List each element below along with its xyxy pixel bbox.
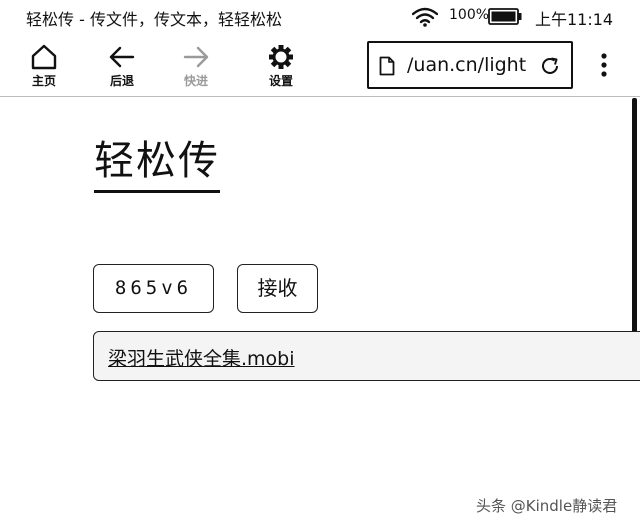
web-page: 轻松传 865v6 接收 梁羽生武侠全集.mobi 头条 @Kindle静读君 — [0, 98, 640, 530]
back-label: 后退 — [109, 74, 134, 88]
receive-code-input[interactable]: 865v6 — [93, 264, 214, 313]
scrollbar[interactable] — [632, 98, 637, 354]
settings-label: 设置 — [268, 74, 293, 88]
browser-toolbar: 主页 后退 快进 设置 uan.cn/light/ — [0, 34, 640, 97]
settings-button[interactable]: 设置 — [251, 44, 311, 92]
window-title: 轻松传 - 传文件，传文本，轻轻松松 — [26, 10, 282, 29]
home-button[interactable]: 主页 — [14, 44, 74, 92]
more-menu-icon[interactable] — [592, 50, 616, 80]
home-label: 主页 — [31, 74, 56, 88]
reload-icon[interactable] — [539, 55, 561, 77]
status-bar: 轻松传 - 传文件，传文本，轻轻松松 100% 上午11:14 — [0, 0, 640, 34]
battery-icon — [488, 8, 522, 25]
clock: 上午11:14 — [535, 10, 614, 29]
receive-button[interactable]: 接收 — [237, 264, 318, 313]
file-list-item: 梁羽生武侠全集.mobi — [93, 331, 640, 381]
forward-arrow-icon — [183, 46, 209, 68]
page-icon — [379, 56, 395, 76]
forward-label: 快进 — [183, 74, 208, 88]
gear-icon — [269, 45, 293, 69]
forward-button[interactable]: 快进 — [166, 44, 226, 92]
watermark: 头条 @Kindle静读君 — [476, 497, 618, 515]
url-text[interactable]: uan.cn/light/ — [407, 54, 535, 76]
back-button[interactable]: 后退 — [92, 44, 152, 92]
battery-percent: 100% — [449, 7, 490, 23]
wifi-icon — [412, 7, 438, 27]
file-download-link[interactable]: 梁羽生武侠全集.mobi — [108, 344, 295, 371]
page-title: 轻松传 — [94, 128, 220, 193]
address-bar[interactable]: uan.cn/light/ — [367, 41, 573, 89]
home-icon — [31, 44, 57, 70]
back-arrow-icon — [109, 46, 135, 68]
